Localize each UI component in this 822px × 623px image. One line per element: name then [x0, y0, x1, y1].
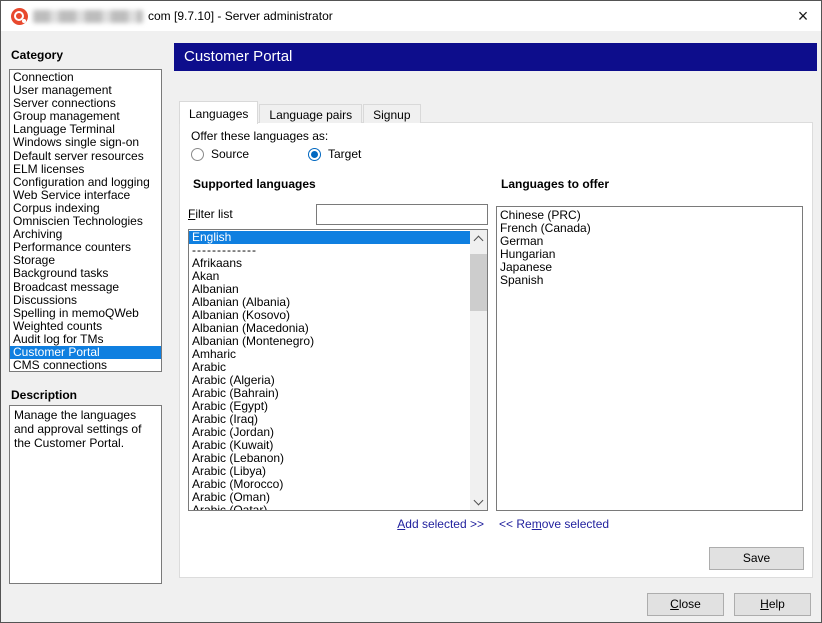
- category-item[interactable]: Discussions: [10, 294, 161, 307]
- category-list[interactable]: ConnectionUser managementServer connecti…: [9, 69, 162, 372]
- offer-language-item[interactable]: Hungarian: [497, 248, 802, 261]
- category-item[interactable]: Language Terminal: [10, 123, 161, 136]
- supported-language-item[interactable]: Albanian: [189, 283, 470, 296]
- category-item[interactable]: CMS connections: [10, 359, 161, 372]
- tab-language-pairs[interactable]: Language pairs: [259, 104, 362, 123]
- category-item[interactable]: Connection: [10, 71, 161, 84]
- category-item[interactable]: Omniscien Technologies: [10, 215, 161, 228]
- supported-language-item[interactable]: Albanian (Macedonia): [189, 322, 470, 335]
- target-radio[interactable]: [308, 148, 321, 161]
- description-text: Manage the languages and approval settin…: [14, 408, 141, 450]
- save-button[interactable]: Save: [709, 547, 804, 570]
- tab-strip: Languages Language pairs Signup: [179, 100, 422, 123]
- supported-language-item[interactable]: Arabic (Iraq): [189, 413, 470, 426]
- supported-language-item[interactable]: Arabic (Qatar): [189, 504, 470, 511]
- tab-languages[interactable]: Languages: [179, 101, 258, 124]
- scrollbar-thumb[interactable]: [470, 254, 487, 311]
- supported-language-item[interactable]: Albanian (Albania): [189, 296, 470, 309]
- add-selected-link[interactable]: Add selected >>: [188, 517, 484, 531]
- supported-language-item[interactable]: Albanian (Kosovo): [189, 309, 470, 322]
- category-item[interactable]: Audit log for TMs: [10, 333, 161, 346]
- supported-language-item[interactable]: Arabic (Algeria): [189, 374, 470, 387]
- supported-language-item[interactable]: Arabic (Jordan): [189, 426, 470, 439]
- remove-selected-link[interactable]: << Remove selected: [499, 517, 609, 531]
- titlebar: com [9.7.10] - Server administrator ×: [1, 1, 821, 31]
- category-item[interactable]: Web Service interface: [10, 189, 161, 202]
- page-title: Customer Portal: [174, 43, 817, 71]
- category-item[interactable]: ELM licenses: [10, 163, 161, 176]
- offer-language-item[interactable]: French (Canada): [497, 222, 802, 235]
- category-label: Category: [11, 48, 63, 62]
- filter-list-input[interactable]: [316, 204, 488, 225]
- category-item[interactable]: Broadcast message: [10, 281, 161, 294]
- redacted-server-name: [33, 10, 143, 23]
- description-label: Description: [11, 388, 77, 402]
- target-radio-label[interactable]: Target: [328, 147, 361, 161]
- offer-language-item[interactable]: German: [497, 235, 802, 248]
- supported-languages-list[interactable]: English-------------AfrikaansAkanAlbania…: [188, 229, 488, 511]
- offer-language-item[interactable]: Chinese (PRC): [497, 209, 802, 222]
- languages-to-offer-heading: Languages to offer: [501, 177, 609, 191]
- supported-language-item[interactable]: Arabic (Libya): [189, 465, 470, 478]
- category-item[interactable]: Default server resources: [10, 150, 161, 163]
- supported-language-item[interactable]: English: [189, 231, 470, 244]
- scroll-down-icon[interactable]: [470, 493, 487, 510]
- window-title: com [9.7.10] - Server administrator: [148, 1, 333, 31]
- category-item[interactable]: Configuration and logging: [10, 176, 161, 189]
- supported-language-item[interactable]: Afrikaans: [189, 257, 470, 270]
- category-item[interactable]: Background tasks: [10, 267, 161, 280]
- supported-language-item[interactable]: Arabic (Kuwait): [189, 439, 470, 452]
- supported-language-item[interactable]: Arabic: [189, 361, 470, 374]
- category-item[interactable]: Spelling in memoQWeb: [10, 307, 161, 320]
- supported-language-item[interactable]: Arabic (Bahrain): [189, 387, 470, 400]
- category-item[interactable]: Server connections: [10, 97, 161, 110]
- server-administrator-dialog: com [9.7.10] - Server administrator × Ca…: [0, 0, 822, 623]
- category-item[interactable]: Archiving: [10, 228, 161, 241]
- help-button[interactable]: Help: [734, 593, 811, 616]
- category-item[interactable]: Performance counters: [10, 241, 161, 254]
- source-radio[interactable]: [191, 148, 204, 161]
- supported-language-item[interactable]: Akan: [189, 270, 470, 283]
- offer-as-label: Offer these languages as:: [191, 129, 328, 143]
- scrollbar: [470, 230, 487, 510]
- supported-language-item[interactable]: Arabic (Oman): [189, 491, 470, 504]
- supported-language-item[interactable]: Amharic: [189, 348, 470, 361]
- category-item[interactable]: Corpus indexing: [10, 202, 161, 215]
- supported-languages-heading: Supported languages: [193, 177, 316, 191]
- category-item[interactable]: Customer Portal: [10, 346, 161, 359]
- category-item[interactable]: User management: [10, 84, 161, 97]
- supported-language-item[interactable]: -------------: [189, 244, 470, 257]
- supported-language-item[interactable]: Arabic (Lebanon): [189, 452, 470, 465]
- category-item[interactable]: Storage: [10, 254, 161, 267]
- source-radio-label[interactable]: Source: [211, 147, 249, 161]
- offer-language-item[interactable]: Japanese: [497, 261, 802, 274]
- scroll-up-icon[interactable]: [470, 230, 487, 247]
- offer-language-item[interactable]: Spanish: [497, 274, 802, 287]
- category-item[interactable]: Group management: [10, 110, 161, 123]
- close-button[interactable]: Close: [647, 593, 724, 616]
- supported-language-item[interactable]: Arabic (Morocco): [189, 478, 470, 491]
- languages-to-offer-list[interactable]: Chinese (PRC)French (Canada)GermanHungar…: [496, 206, 803, 511]
- memoq-logo-icon: [11, 8, 28, 25]
- filter-list-label: Filter list: [188, 207, 233, 221]
- supported-language-item[interactable]: Albanian (Montenegro): [189, 335, 470, 348]
- category-item[interactable]: Windows single sign-on: [10, 136, 161, 149]
- close-icon[interactable]: ×: [793, 6, 813, 26]
- supported-language-item[interactable]: Arabic (Egypt): [189, 400, 470, 413]
- category-item[interactable]: Weighted counts: [10, 320, 161, 333]
- tab-signup[interactable]: Signup: [363, 104, 420, 123]
- description-box: Manage the languages and approval settin…: [9, 405, 162, 584]
